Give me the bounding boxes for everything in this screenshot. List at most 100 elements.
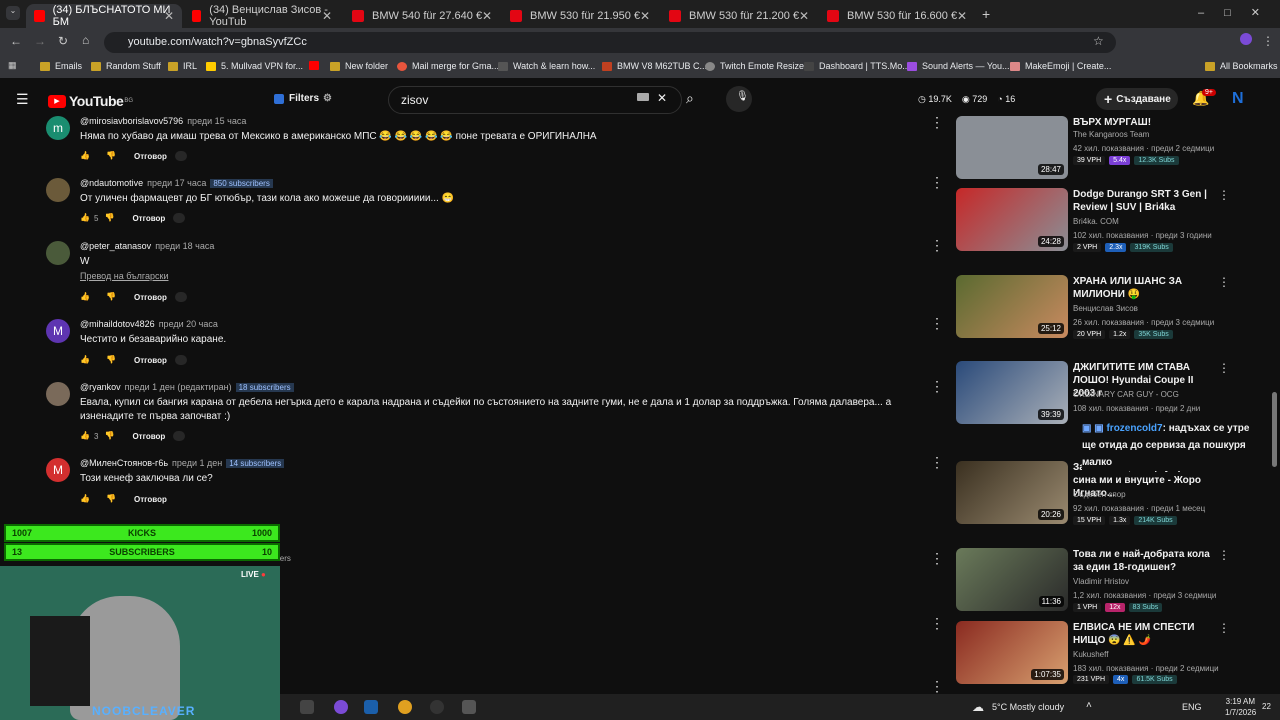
dislike-icon[interactable]: 👎 <box>106 494 116 504</box>
comment-author[interactable]: @ndautomotive <box>80 178 143 188</box>
video-title[interactable]: ХРАНА ИЛИ ШАНС ЗА МИЛИОНИ 🤑 <box>1073 275 1213 301</box>
avatar[interactable]: m <box>46 116 70 140</box>
channel-name[interactable]: Kukusheff <box>1073 650 1108 659</box>
dislike-icon[interactable]: 👎 <box>106 292 116 302</box>
reply-bubble-icon[interactable] <box>173 431 186 441</box>
bookmark-star-icon[interactable]: ☆ <box>1093 34 1104 48</box>
video-thumbnail[interactable]: 39:39 <box>956 361 1068 424</box>
close-tab-icon[interactable]: ✕ <box>799 9 809 23</box>
recommended-video[interactable]: 24:28 Dodge Durango SRT 3 Gen | Review |… <box>956 188 1246 258</box>
reply-button[interactable]: Отговор <box>134 293 167 302</box>
comment-time[interactable]: преди 20 часа <box>159 319 218 329</box>
avatar[interactable]: M <box>46 319 70 343</box>
bookmark-new-folder[interactable]: New folder <box>330 61 388 71</box>
avatar[interactable] <box>46 241 70 265</box>
reply-button[interactable]: Отговор <box>134 495 167 504</box>
home-icon[interactable]: ⌂ <box>82 33 89 47</box>
comment-menu-icon[interactable]: ⋮ <box>930 114 944 131</box>
comment-menu-icon[interactable]: ⋮ <box>930 174 944 191</box>
bookmark-twitch-emote[interactable]: Twitch Emote Resizer <box>705 61 807 71</box>
comment-author[interactable]: @МиленСтоянов-г6ь <box>80 458 168 468</box>
reply-bubble-icon[interactable] <box>173 213 186 223</box>
video-title[interactable]: ЕЛВИСА НЕ ИМ СПЕСТИ НИЩО 😨 ⚠️ 🌶️ <box>1073 621 1213 647</box>
url-bar[interactable]: youtube.com/watch?v=gbnaSyvfZCc <box>104 32 1116 53</box>
comment-time[interactable]: преди 1 ден <box>172 458 222 468</box>
channel-name[interactable]: Венцислав Зисов <box>1073 304 1138 313</box>
comment-author[interactable]: @ryankov <box>80 382 121 392</box>
video-menu-icon[interactable]: ⋮ <box>1218 621 1230 635</box>
like-icon[interactable]: 👍 <box>80 494 90 504</box>
video-menu-icon[interactable]: ⋮ <box>1218 188 1230 202</box>
obs-icon[interactable] <box>430 700 444 714</box>
app-icon[interactable] <box>462 700 476 714</box>
bookmark-irl[interactable]: IRL <box>168 61 197 71</box>
reply-bubble-icon[interactable] <box>174 292 187 302</box>
translate-link[interactable]: Превод на български <box>80 271 169 281</box>
tab-2[interactable]: BMW 540 für 27.640 € ✕ <box>344 4 500 28</box>
recommended-video[interactable]: 1:07:35 ЕЛВИСА НЕ ИМ СПЕСТИ НИЩО 😨 ⚠️ 🌶️… <box>956 621 1246 691</box>
reload-icon[interactable]: ↻ <box>58 34 68 48</box>
comment-time[interactable]: преди 17 часа <box>147 178 206 188</box>
channel-name[interactable]: ORDINARY CAR GUY - OCG <box>1073 390 1179 399</box>
comment-menu-icon[interactable]: ⋮ <box>930 454 944 471</box>
video-title[interactable]: Dodge Durango SRT 3 Gen | Review | SUV |… <box>1073 188 1213 214</box>
close-tab-icon[interactable]: ✕ <box>322 9 332 23</box>
bookmark-mullvad[interactable]: 5. Mullvad VPN for... <box>206 61 303 71</box>
reply-bubble-icon[interactable] <box>174 355 187 365</box>
hamburger-menu-icon[interactable]: ☰ <box>16 91 29 108</box>
bookmark-bmw-v8[interactable]: BMW V8 M62TUB C... <box>602 61 707 71</box>
comment-menu-icon[interactable]: ⋮ <box>930 378 944 395</box>
bookmark-all[interactable]: All Bookmarks <box>1205 61 1278 71</box>
search-input[interactable]: zisov ✕ <box>388 86 682 114</box>
video-thumbnail[interactable]: 11:36 <box>956 548 1068 611</box>
comment-menu-icon[interactable]: ⋮ <box>930 678 944 695</box>
video-menu-icon[interactable]: ⋮ <box>1218 548 1230 562</box>
clear-search-icon[interactable]: ✕ <box>657 91 667 105</box>
weather-text[interactable]: 5°C Mostly cloudy <box>992 702 1064 712</box>
avatar[interactable] <box>46 382 70 406</box>
create-button[interactable]: + Създаване <box>1096 88 1178 110</box>
filters-button[interactable]: Filters ⚙ <box>274 93 332 104</box>
comment-menu-icon[interactable]: ⋮ <box>930 550 944 567</box>
close-tab-icon[interactable]: ✕ <box>957 9 967 23</box>
recommended-video[interactable]: 28:47 ВЪРХ МУРГАШ! The Kangaroos Team 42… <box>956 116 1246 186</box>
video-title[interactable]: ВЪРХ МУРГАШ! <box>1073 116 1213 129</box>
bookmark-watch-learn[interactable]: Watch & learn how... <box>498 61 595 71</box>
video-thumbnail[interactable]: 24:28 <box>956 188 1068 251</box>
video-menu-icon[interactable]: ⋮ <box>1218 361 1230 375</box>
like-icon[interactable]: 👍 <box>80 151 90 161</box>
tab-search-button[interactable]: ⌄ <box>6 6 20 20</box>
scrollbar-thumb[interactable] <box>1272 392 1277 467</box>
tab-0[interactable]: (34) БЛЪСНАТОТО МИ БМ ✕ <box>26 4 182 28</box>
comment-time[interactable]: преди 15 часа <box>187 116 246 126</box>
tab-5[interactable]: BMW 530 für 16.600 € ✕ <box>819 4 975 28</box>
close-tab-icon[interactable]: ✕ <box>164 9 174 23</box>
comment-author[interactable]: @peter_atanasov <box>80 241 151 251</box>
like-icon[interactable]: 👍 <box>80 431 90 441</box>
video-title[interactable]: Това ли е най-добрата кола за един 18-го… <box>1073 548 1213 574</box>
recommended-video[interactable]: 20:26 Заклаха ли, че ще умре сина ми и в… <box>956 461 1246 531</box>
bookmark-tts[interactable]: Dashboard | TTS.Mo... <box>804 61 910 71</box>
profile-avatar[interactable] <box>1240 33 1252 45</box>
steam-icon[interactable] <box>364 700 378 714</box>
avatar[interactable]: M <box>46 458 70 482</box>
like-icon[interactable]: 👍 <box>80 355 90 365</box>
language-indicator[interactable]: ENG <box>1182 702 1202 712</box>
chrome-icon[interactable] <box>398 700 412 714</box>
window-controls[interactable]: –□✕ <box>1198 6 1280 19</box>
comment-time[interactable]: преди 1 ден (редактиран) <box>125 382 232 392</box>
close-tab-icon[interactable]: ✕ <box>640 9 650 23</box>
comment-author[interactable]: @mihaildotov4826 <box>80 319 155 329</box>
channel-name[interactable]: Vladimir Hristov <box>1073 577 1129 586</box>
bookmark-emails[interactable]: Emails <box>40 61 82 71</box>
tab-4[interactable]: BMW 530 für 21.200 € ✕ <box>661 4 817 28</box>
recommended-video[interactable]: 25:12 ХРАНА ИЛИ ШАНС ЗА МИЛИОНИ 🤑 Венцис… <box>956 275 1246 345</box>
like-icon[interactable]: 👍 <box>80 292 90 302</box>
recommended-video[interactable]: 11:36 Това ли е най-добрата кола за един… <box>956 548 1246 618</box>
dislike-icon[interactable]: 👎 <box>106 151 116 161</box>
bookmark-sound-alerts[interactable]: Sound Alerts — You... <box>907 61 1010 71</box>
video-thumbnail[interactable]: 1:07:35 <box>956 621 1068 684</box>
bookmark-youtube[interactable] <box>309 61 324 70</box>
clock[interactable]: 3:19 AM 1/7/2026 <box>1225 696 1256 718</box>
youtube-logo[interactable]: ▶ YouTube BG <box>48 93 133 109</box>
